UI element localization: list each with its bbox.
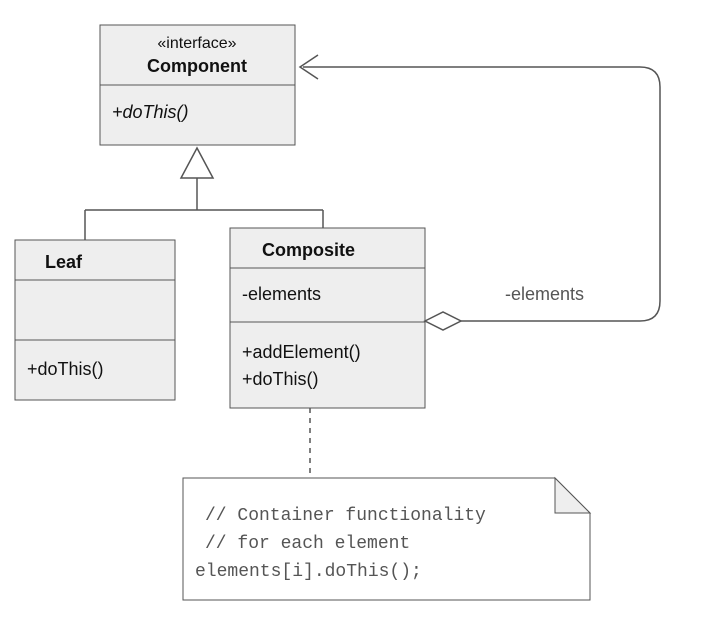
composite-pattern-diagram: «interface» Component +doThis() Leaf +do… xyxy=(0,0,702,620)
note-line-2: elements[i].doThis(); xyxy=(195,562,422,582)
class-composite: Composite -elements +addElement() +doThi… xyxy=(230,228,425,408)
aggregation-label: -elements xyxy=(505,284,584,304)
class-component: «interface» Component +doThis() xyxy=(100,25,295,145)
composite-name: Composite xyxy=(262,240,355,260)
composite-method-0: +addElement() xyxy=(242,342,361,362)
composite-method-1: +doThis() xyxy=(242,369,319,389)
generalization xyxy=(85,148,323,240)
component-stereotype: «interface» xyxy=(157,35,236,52)
component-name: Component xyxy=(147,56,247,76)
component-method-0: +doThis() xyxy=(112,102,189,122)
composite-attr-0: -elements xyxy=(242,284,321,304)
note: // Container functionality // for each e… xyxy=(183,478,590,600)
leaf-name: Leaf xyxy=(45,252,83,272)
leaf-method-0: +doThis() xyxy=(27,359,104,379)
class-leaf: Leaf +doThis() xyxy=(15,240,175,400)
note-line-1: // for each element xyxy=(205,534,410,554)
note-line-0: // Container functionality xyxy=(205,506,486,526)
